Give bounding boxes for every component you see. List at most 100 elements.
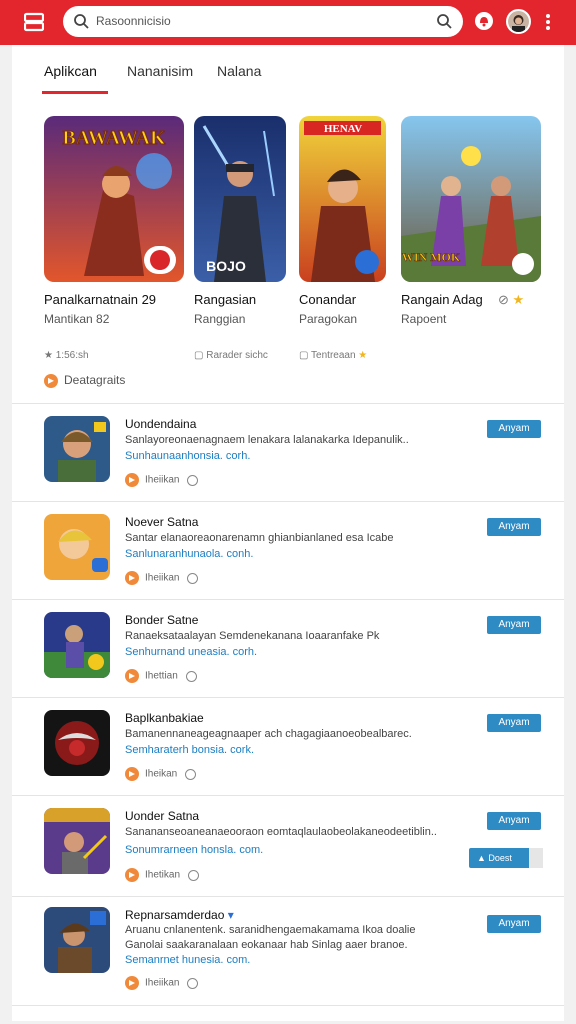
tab-bar: Aplikcan Nananisim Nalana <box>12 45 564 97</box>
featured-art-label: HENAV <box>324 123 362 135</box>
app-meta-text: Iheikan <box>145 768 178 780</box>
chevron-down-icon[interactable] <box>529 848 543 868</box>
install-button[interactable]: Anyam <box>487 420 541 438</box>
app-icon <box>44 612 110 678</box>
featured-card[interactable]: BAWAWAK <box>44 116 184 282</box>
app-meta-text: Iheiikan <box>145 474 180 486</box>
menu-icon[interactable] <box>24 12 44 32</box>
featured-title: Panalkarnatnain 29 <box>44 292 157 307</box>
list-item[interactable]: Bonder Satne Ranaeksataalayan Semdenekan… <box>12 600 564 698</box>
app-meta: Iheikan <box>125 767 197 781</box>
tab-nananisim[interactable]: Nananisim <box>127 63 193 79</box>
featured-meta: ★ 1:56:sh <box>44 350 89 361</box>
thumbs-up-icon: ▲ <box>477 853 489 863</box>
install-button[interactable]: Anyam <box>487 915 541 933</box>
app-icon <box>44 907 110 973</box>
install-button[interactable]: Anyam <box>487 714 541 732</box>
app-description: Santar elanaoreaonarenamn ghianbianlaned… <box>125 532 394 544</box>
search-icon <box>74 14 89 29</box>
more-icon[interactable] <box>540 12 556 32</box>
app-meta-text: Ihettian <box>145 670 178 682</box>
app-description-2: Ganolai saakaranalaan eokanaar hab Sinla… <box>125 939 408 951</box>
app-title-text: Repnarsamderdao <box>125 908 225 922</box>
play-badge-icon <box>125 669 139 683</box>
badge-icon <box>44 373 58 388</box>
search-bar[interactable]: Rasoonnicisio <box>63 6 463 37</box>
featured-card[interactable]: WIN MOK <box>401 116 541 282</box>
featured-card[interactable]: HENAV <box>299 116 386 282</box>
verified-badge-icon: ▾ <box>224 908 234 922</box>
featured-meta: ▢ Tentreaan ★ <box>299 350 367 361</box>
app-description: Ranaeksataalayan Semdenekanana Ioaaranfa… <box>125 630 380 642</box>
app-link[interactable]: Senhurnand uneasia. corh. <box>125 646 257 658</box>
list-item[interactable]: Uonder Satna Sanananseoaneanaeooraon eom… <box>12 796 564 896</box>
app-link[interactable]: Semanrnet hunesia. com. <box>125 954 250 966</box>
file-icon: ▢ <box>194 350 207 361</box>
app-meta-text: Ihetikan <box>145 869 181 881</box>
tab-aplikcan[interactable]: Aplikcan <box>44 63 97 79</box>
featured-subtitle: Rapoent <box>401 312 447 326</box>
list-item[interactable]: Noever Satna Santar elanaoreaonarenamn g… <box>12 502 564 600</box>
app-description: Aruanu cnlanentenk. saranidhengaemakamam… <box>125 924 416 936</box>
featured-subtitle: Mantikan 82 <box>44 312 110 326</box>
app-icon <box>44 808 110 874</box>
star-icon: ★ <box>355 350 368 361</box>
install-button[interactable]: Anyam <box>487 518 541 536</box>
app-link[interactable]: Sanlunaranhunaola. conh. <box>125 548 253 560</box>
verified-icon <box>185 670 197 682</box>
featured-footer: Deatagraits <box>44 373 125 388</box>
featured-meta-text: Tentreaan <box>311 350 356 361</box>
app-description: Sanlayoreonaenagnaem lenakara lalanakark… <box>125 434 409 446</box>
featured-art: HENAV <box>299 116 386 282</box>
like-button-label: Doest <box>488 853 512 863</box>
install-button[interactable]: Anyam <box>487 616 541 634</box>
divider <box>12 1005 564 1006</box>
featured-subtitle: Paragokan <box>299 312 358 326</box>
play-badge-icon <box>125 868 139 882</box>
featured-meta: ▢ Rarader sichc <box>194 350 268 361</box>
featured-art-label: WIN MOK <box>402 250 461 264</box>
avatar[interactable] <box>506 9 531 34</box>
app-description: Sanananseoaneanaeooraon eomtaqlaulaobeol… <box>125 826 437 838</box>
play-badge-icon <box>125 473 139 487</box>
featured-art-label: BAWAWAK <box>62 127 166 149</box>
like-button[interactable]: ▲ Doest <box>469 848 543 868</box>
featured-meta-text: Rarader sichc <box>206 350 268 361</box>
active-tab-indicator <box>42 91 108 94</box>
app-icon <box>44 416 110 482</box>
app-icon <box>44 710 110 776</box>
share-icon[interactable]: ⊘ ★ <box>498 292 524 308</box>
app-title: Baplkanbakiae <box>125 711 204 725</box>
star-icon: ★ <box>512 292 525 307</box>
featured-footer-text: Deatagraits <box>64 373 126 387</box>
featured-title: Conandar <box>299 292 357 307</box>
app-icon <box>44 514 110 580</box>
app-title: Repnarsamderdao ▾ <box>125 908 234 922</box>
install-button[interactable]: Anyam <box>487 812 541 830</box>
app-meta-text: Iheiikan <box>145 977 180 989</box>
app-link[interactable]: Sunhaunaanhonsia. corh. <box>125 450 250 462</box>
play-badge-icon <box>125 571 139 585</box>
featured-card[interactable]: BOJO <box>194 116 286 282</box>
featured-title: Rangasian <box>194 292 257 307</box>
app-description: Bamanennaneageagnaaper ach chagagiaanoeo… <box>125 728 412 740</box>
app-meta: Ihetikan <box>125 868 200 882</box>
app-link[interactable]: Sonumrarneen honsla. com. <box>125 844 263 856</box>
app-meta: Ihettian <box>125 669 197 683</box>
list-item[interactable]: Uondendaina Sanlayoreonaenagnaem lenakar… <box>12 404 564 502</box>
app-title: Noever Satna <box>125 515 199 529</box>
search-submit-icon[interactable] <box>436 13 453 30</box>
app-meta: Iheiikan <box>125 976 199 990</box>
notification-icon[interactable] <box>474 11 494 31</box>
featured-art: BAWAWAK <box>44 116 184 282</box>
verified-icon <box>188 869 200 881</box>
file-icon: ▢ <box>299 350 312 361</box>
featured-art: WIN MOK <box>401 116 541 282</box>
list-item[interactable]: Baplkanbakiae Bamanennaneageagnaaper ach… <box>12 698 564 796</box>
tab-nalana[interactable]: Nalana <box>217 63 261 79</box>
app-meta: Iheiikan <box>125 473 199 487</box>
list-item[interactable]: Repnarsamderdao ▾ Aruanu cnlanentenk. sa… <box>12 897 564 1005</box>
featured-subtitle: Ranggian <box>194 312 246 326</box>
featured-art: BOJO <box>194 116 286 282</box>
app-link[interactable]: Semharaterh bonsia. cork. <box>125 744 254 756</box>
